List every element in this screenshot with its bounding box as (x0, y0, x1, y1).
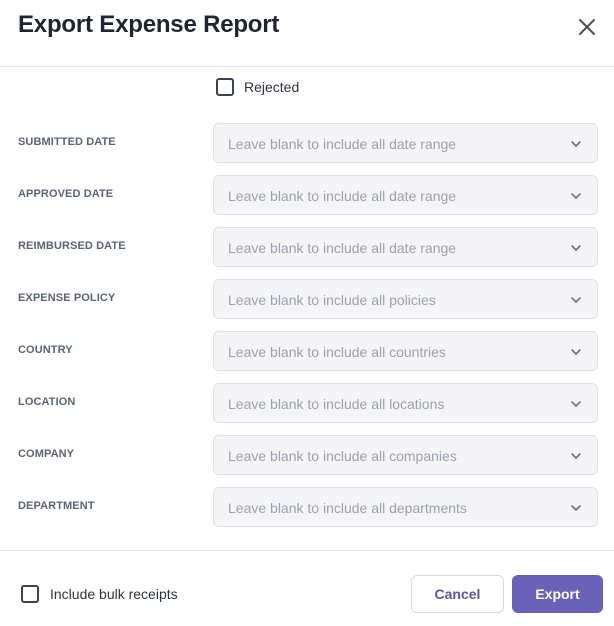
cancel-button[interactable]: Cancel (411, 575, 504, 613)
close-icon (579, 19, 595, 35)
expense-policy-placeholder: Leave blank to include all policies (228, 292, 436, 308)
reimbursed-date-label: REIMBURSED DATE (18, 240, 126, 252)
chevron-down-icon (571, 193, 581, 199)
chevron-down-icon (571, 349, 581, 355)
bulk-receipts-label: Include bulk receipts (50, 586, 178, 602)
submitted-date-label: SUBMITTED DATE (18, 136, 116, 148)
chevron-down-icon (571, 401, 581, 407)
approved-date-label: APPROVED DATE (18, 188, 114, 200)
export-expense-report-modal: Export Expense Report Rejected SUBMITTED… (0, 0, 614, 626)
rejected-option[interactable]: Rejected (216, 78, 299, 96)
approved-date-select[interactable]: Leave blank to include all date range (213, 175, 598, 215)
bulk-receipts-option[interactable]: Include bulk receipts (21, 585, 178, 603)
expense-policy-select[interactable]: Leave blank to include all policies (213, 279, 598, 319)
bulk-receipts-checkbox[interactable] (21, 585, 39, 603)
country-select[interactable]: Leave blank to include all countries (213, 331, 598, 371)
company-label: COMPANY (18, 448, 75, 460)
approved-date-placeholder: Leave blank to include all date range (228, 188, 457, 204)
location-label: LOCATION (18, 396, 76, 408)
chevron-down-icon (571, 453, 581, 459)
close-button[interactable] (574, 14, 600, 40)
reimbursed-date-select[interactable]: Leave blank to include all date range (213, 227, 598, 267)
rejected-checkbox[interactable] (216, 78, 234, 96)
expense-policy-label: EXPENSE POLICY (18, 292, 116, 304)
department-label: DEPARTMENT (18, 500, 95, 512)
submitted-date-select[interactable]: Leave blank to include all date range (213, 123, 598, 163)
company-select[interactable]: Leave blank to include all companies (213, 435, 598, 475)
chevron-down-icon (571, 141, 581, 147)
reimbursed-date-placeholder: Leave blank to include all date range (228, 240, 457, 256)
rejected-label: Rejected (244, 79, 300, 95)
footer-divider (0, 550, 614, 551)
location-placeholder: Leave blank to include all locations (228, 396, 445, 412)
modal-header: Export Expense Report (0, 0, 614, 67)
chevron-down-icon (571, 245, 581, 251)
country-label: COUNTRY (18, 344, 73, 356)
department-select[interactable]: Leave blank to include all departments (213, 487, 598, 527)
department-placeholder: Leave blank to include all departments (228, 500, 467, 516)
submitted-date-placeholder: Leave blank to include all date range (228, 136, 457, 152)
company-placeholder: Leave blank to include all companies (228, 448, 457, 464)
location-select[interactable]: Leave blank to include all locations (213, 383, 598, 423)
country-placeholder: Leave blank to include all countries (228, 344, 446, 360)
chevron-down-icon (571, 297, 581, 303)
chevron-down-icon (571, 505, 581, 511)
export-button[interactable]: Export (512, 575, 603, 613)
modal-title: Export Expense Report (18, 11, 280, 38)
